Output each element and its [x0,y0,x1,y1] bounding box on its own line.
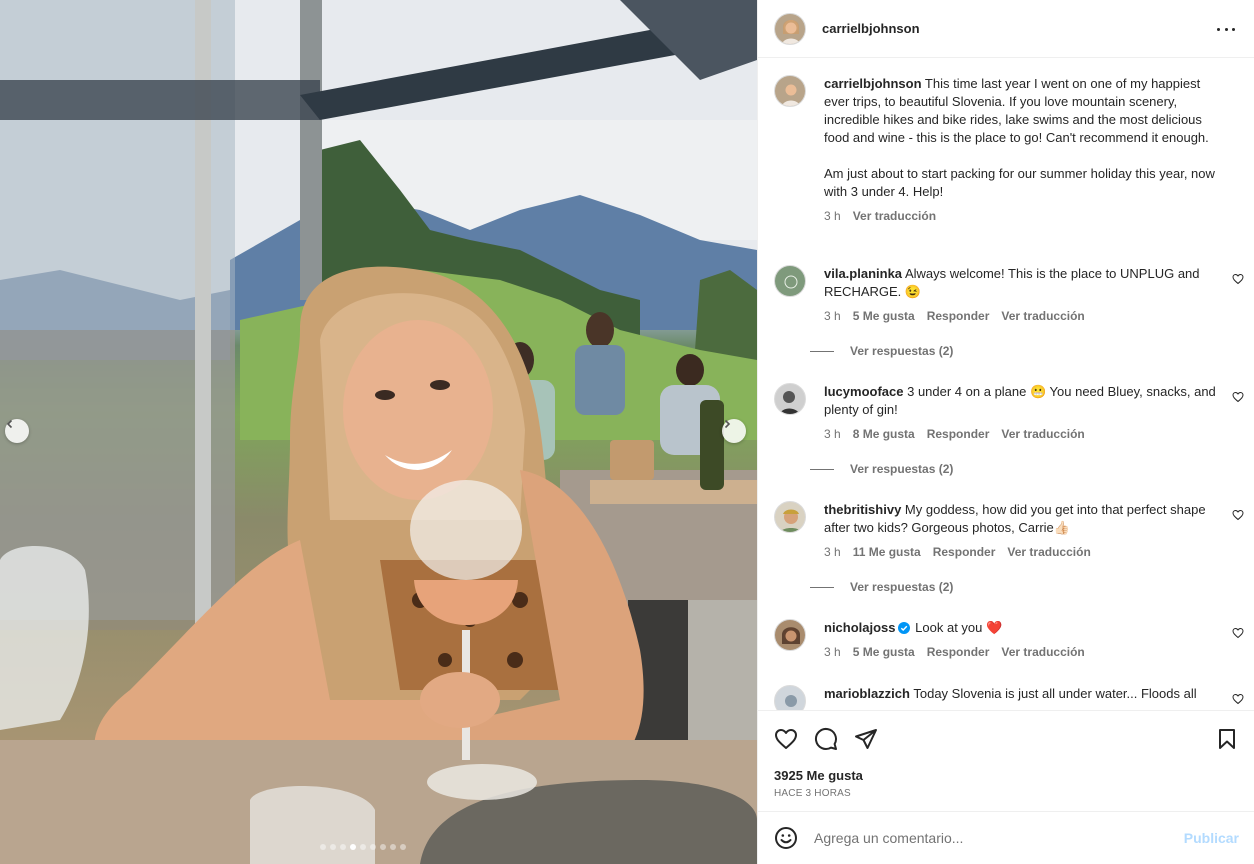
more-horizontal-icon [1217,27,1220,31]
caption-text-2: Am just about to start packing for our s… [824,166,1215,199]
comment-time[interactable]: 3 h [824,543,841,561]
comment-username[interactable]: thebritishivy [824,502,901,517]
photo-scene [0,0,757,864]
comment-input[interactable] [814,830,1184,846]
publish-button[interactable]: Publicar [1184,830,1239,846]
carousel-prev-button[interactable] [5,419,29,443]
comment-text: Look at you ❤️ [915,620,1003,635]
comment-heart-icon[interactable] [1232,273,1244,285]
comment-username[interactable]: vila.planinka [824,266,902,281]
post-actions: 3925 Me gusta HACE 3 HORAS [758,710,1254,810]
carousel-dot [350,844,356,850]
more-options-button[interactable] [1214,20,1238,38]
heart-icon[interactable] [774,727,798,751]
view-replies-button[interactable]: Ver respuestas (2) [810,462,953,476]
comment-likes[interactable]: 5 Me gusta [853,643,915,661]
avatar[interactable] [774,75,806,107]
post-header: carrielbjohnson [758,0,1254,58]
translate-link[interactable]: Ver traducción [853,207,936,225]
comment-heart-icon[interactable] [1232,627,1244,639]
reply-button[interactable]: Responder [927,425,990,443]
comment-composer: Publicar [758,811,1254,864]
likes-count[interactable]: 3925 Me gusta [774,768,863,783]
comment-text: Today Slovenia is just all under water..… [913,686,1197,701]
comment-icon[interactable] [814,727,838,751]
carousel-dot [320,844,326,850]
verified-badge-icon [897,622,910,634]
smiley-icon[interactable] [774,826,798,850]
bookmark-icon[interactable] [1215,727,1239,751]
post-side-panel: carrielbjohnson carrielbjohnson This tim… [757,0,1254,864]
carousel-dot [360,844,366,850]
comment-time[interactable]: 3 h [824,425,841,443]
avatar[interactable] [774,685,806,710]
translate-link[interactable]: Ver traducción [1007,543,1090,561]
carousel-dot [390,844,396,850]
comments-list[interactable]: carrielbjohnson This time last year I we… [758,59,1254,710]
avatar[interactable] [774,12,806,45]
carousel-dot [370,844,376,850]
avatar[interactable] [774,265,806,297]
caption-username[interactable]: carrielbjohnson [824,76,922,91]
carousel-dot [330,844,336,850]
carousel-next-button[interactable] [722,419,746,443]
translate-link[interactable]: Ver traducción [1001,425,1084,443]
comment-likes[interactable]: 11 Me gusta [853,543,921,561]
comment-likes[interactable]: 5 Me gusta [853,307,915,325]
comment-heart-icon[interactable] [1232,693,1244,705]
chevron-right-icon [724,419,731,429]
paper-plane-icon[interactable] [854,727,878,751]
translate-link[interactable]: Ver traducción [1001,307,1084,325]
comment-username[interactable]: lucymooface [824,384,903,399]
comment-time[interactable]: 3 h [824,307,841,325]
avatar[interactable] [774,383,806,415]
reply-button[interactable]: Responder [933,543,996,561]
comment-username[interactable]: marioblazzich [824,686,910,701]
carousel-dots [320,844,406,850]
view-replies-button[interactable]: Ver respuestas (2) [810,580,953,594]
comment-username[interactable]: nicholajoss [824,620,896,635]
comment-likes[interactable]: 8 Me gusta [853,425,915,443]
reply-button[interactable]: Responder [927,307,990,325]
carousel-dot [400,844,406,850]
view-replies-button[interactable]: Ver respuestas (2) [810,344,953,358]
avatar[interactable] [774,619,806,651]
translate-link[interactable]: Ver traducción [1001,643,1084,661]
comment-time[interactable]: 3 h [824,643,841,661]
carousel-dot [340,844,346,850]
chevron-left-icon [6,419,13,429]
caption-time[interactable]: 3 h [824,207,841,225]
caption-text: carrielbjohnson This time last year I we… [824,76,1209,145]
avatar[interactable] [774,501,806,533]
reply-button[interactable]: Responder [927,643,990,661]
post-author-username[interactable]: carrielbjohnson [822,21,920,36]
post-timestamp[interactable]: HACE 3 HORAS [774,788,851,799]
comment-heart-icon[interactable] [1232,509,1244,521]
comment-heart-icon[interactable] [1232,391,1244,403]
carousel-dot [380,844,386,850]
post-photo[interactable] [0,0,757,864]
